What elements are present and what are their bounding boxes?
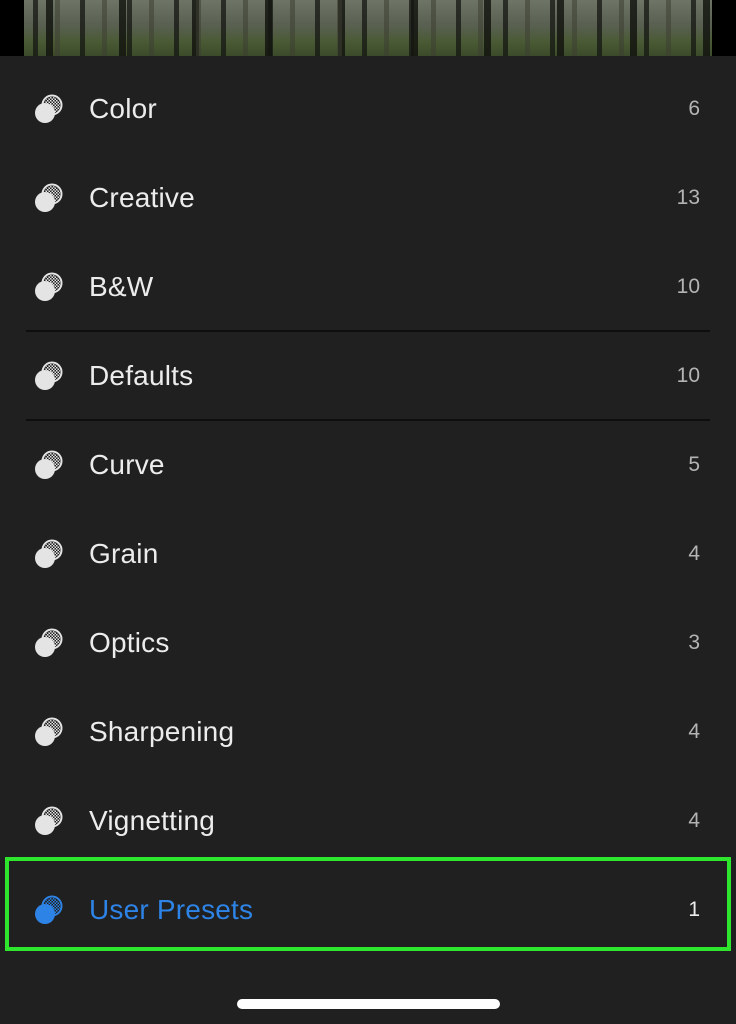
preset-screen: Color 6 Creative 13 B&W 10 Defaults 10 C… bbox=[0, 0, 736, 1024]
preset-group-count: 4 bbox=[688, 719, 700, 743]
preset-group-count: 1 bbox=[688, 897, 700, 921]
preset-circles-icon bbox=[35, 450, 63, 479]
preset-group-user-presets[interactable]: User Presets 1 bbox=[26, 865, 710, 954]
preset-group-vignetting[interactable]: Vignetting 4 bbox=[26, 776, 710, 865]
preset-group-label: Creative bbox=[89, 181, 195, 213]
preset-circles-icon bbox=[35, 539, 63, 568]
preset-group-count: 6 bbox=[688, 96, 700, 120]
preset-group-count: 3 bbox=[688, 630, 700, 654]
preset-group-defaults[interactable]: Defaults 10 bbox=[26, 331, 710, 420]
preset-group-label: Optics bbox=[89, 626, 170, 658]
preset-group-count: 4 bbox=[688, 808, 700, 832]
preset-group-count: 5 bbox=[688, 452, 700, 476]
preset-group-creative[interactable]: Creative 13 bbox=[26, 153, 710, 242]
photo-preview bbox=[24, 0, 712, 56]
preset-group-label: Defaults bbox=[89, 359, 194, 391]
preset-circles-icon bbox=[35, 806, 63, 835]
preset-group-label: User Presets bbox=[89, 893, 254, 925]
preset-group-label: Vignetting bbox=[89, 804, 216, 836]
preset-group-label: Curve bbox=[89, 448, 165, 480]
preset-group-count: 13 bbox=[676, 185, 700, 209]
preset-circles-icon bbox=[35, 361, 63, 390]
preset-circles-icon bbox=[35, 94, 63, 123]
preset-circles-icon bbox=[35, 895, 63, 924]
preset-group-bw[interactable]: B&W 10 bbox=[26, 242, 710, 331]
preset-circles-icon bbox=[35, 183, 63, 212]
preset-group-label: Grain bbox=[89, 537, 159, 569]
preset-circles-icon bbox=[35, 628, 63, 657]
preset-group-sharpening[interactable]: Sharpening 4 bbox=[26, 687, 710, 776]
preset-group-label: Color bbox=[89, 92, 157, 124]
preset-group-count: 10 bbox=[676, 363, 700, 387]
preset-circles-icon bbox=[35, 272, 63, 301]
preset-group-label: B&W bbox=[89, 270, 154, 302]
home-indicator[interactable] bbox=[237, 999, 500, 1009]
preset-group-grain[interactable]: Grain 4 bbox=[26, 509, 710, 598]
preset-group-curve[interactable]: Curve 5 bbox=[26, 420, 710, 509]
preset-group-count: 4 bbox=[688, 541, 700, 565]
preset-circles-icon bbox=[35, 717, 63, 746]
preset-group-color[interactable]: Color 6 bbox=[26, 64, 710, 153]
preset-group-optics[interactable]: Optics 3 bbox=[26, 598, 710, 687]
preset-group-count: 10 bbox=[676, 274, 700, 298]
preset-group-label: Sharpening bbox=[89, 715, 235, 747]
